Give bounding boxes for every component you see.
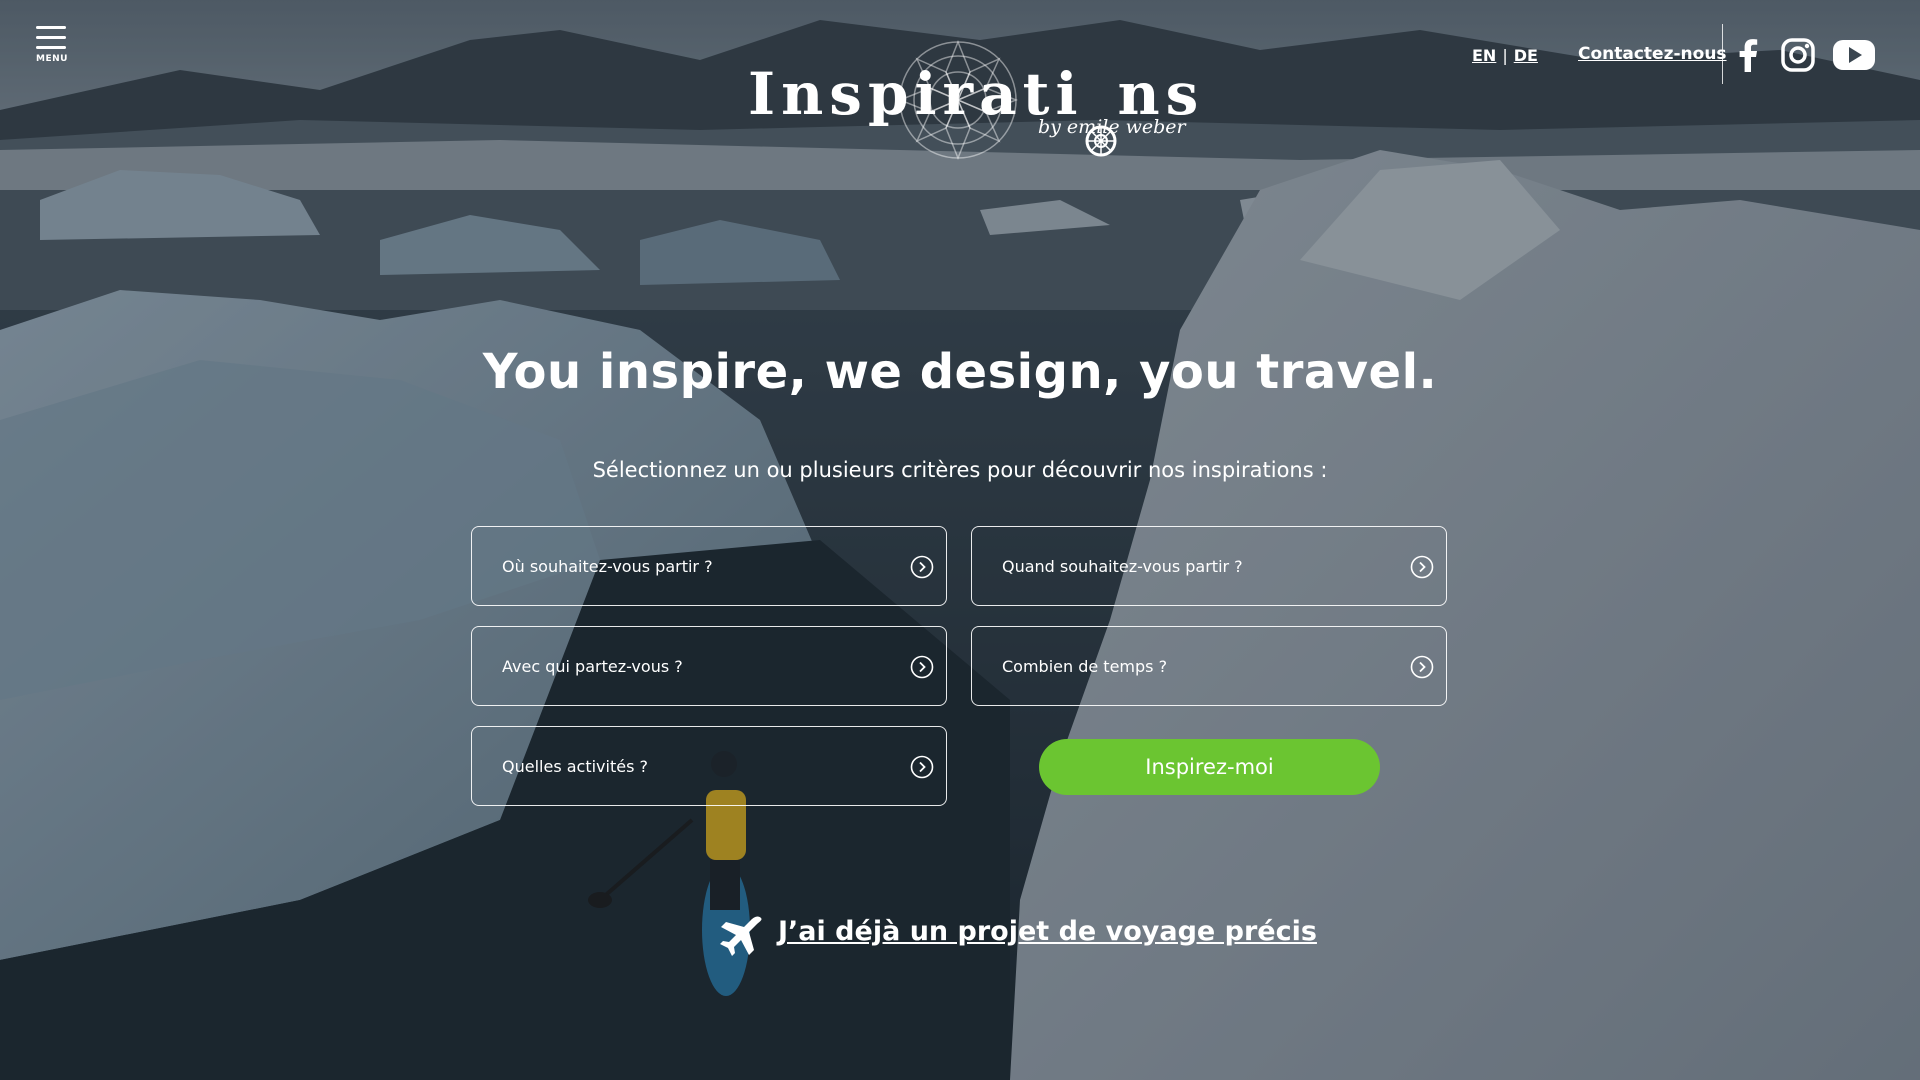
chevron-right-circle-icon [910, 555, 934, 579]
inspire-me-button[interactable]: Inspirez-moi [1039, 739, 1380, 795]
hamburger-icon-bar [36, 46, 66, 49]
criteria-label: Quelles activités ? [502, 757, 648, 776]
criteria-destination-select[interactable]: Où souhaitez-vous partir ? [471, 526, 947, 606]
hero-headline: You inspire, we design, you travel. [482, 344, 1438, 400]
chevron-right-circle-icon [910, 755, 934, 779]
instagram-icon[interactable] [1781, 38, 1815, 72]
criteria-when-select[interactable]: Quand souhaitez-vous partir ? [971, 526, 1447, 606]
criteria-label: Avec qui partez-vous ? [502, 657, 683, 676]
specific-project-link-text: J’ai déjà un projet de voyage précis [778, 916, 1317, 947]
contact-link[interactable]: Contactez-nous [1578, 44, 1727, 64]
criteria-duration-select[interactable]: Combien de temps ? [971, 626, 1447, 706]
hamburger-icon-bar [36, 36, 66, 39]
hamburger-icon [36, 26, 66, 29]
facebook-icon[interactable] [1737, 38, 1759, 72]
chevron-right-circle-icon [1410, 555, 1434, 579]
youtube-icon[interactable] [1833, 38, 1875, 72]
airplane-icon [720, 916, 762, 956]
logo[interactable]: Inspirati ns by emile weber [748, 38, 1198, 168]
chevron-right-circle-icon [1410, 655, 1434, 679]
criteria-label: Combien de temps ? [1002, 657, 1168, 676]
logo-byline: by emile weber [1038, 116, 1186, 138]
logo-word-part-1: Inspirati [748, 60, 1084, 128]
language-switcher: EN | DE [1472, 46, 1538, 65]
language-en-link[interactable]: EN [1472, 46, 1496, 65]
criteria-label: Quand souhaitez-vous partir ? [1002, 557, 1243, 576]
header-divider [1722, 24, 1723, 84]
page: MENU Inspirati ns by emile weber EN | DE… [0, 0, 1920, 1080]
language-separator: | [1502, 46, 1508, 65]
chevron-right-circle-icon [910, 655, 934, 679]
criteria-companions-select[interactable]: Avec qui partez-vous ? [471, 626, 947, 706]
menu-button[interactable]: MENU [36, 26, 72, 64]
hero-subline: Sélectionnez un ou plusieurs critères po… [592, 458, 1328, 482]
language-de-link[interactable]: DE [1514, 46, 1538, 65]
criteria-label: Où souhaitez-vous partir ? [502, 557, 713, 576]
menu-label: MENU [36, 54, 68, 64]
criteria-activities-select[interactable]: Quelles activités ? [471, 726, 947, 806]
